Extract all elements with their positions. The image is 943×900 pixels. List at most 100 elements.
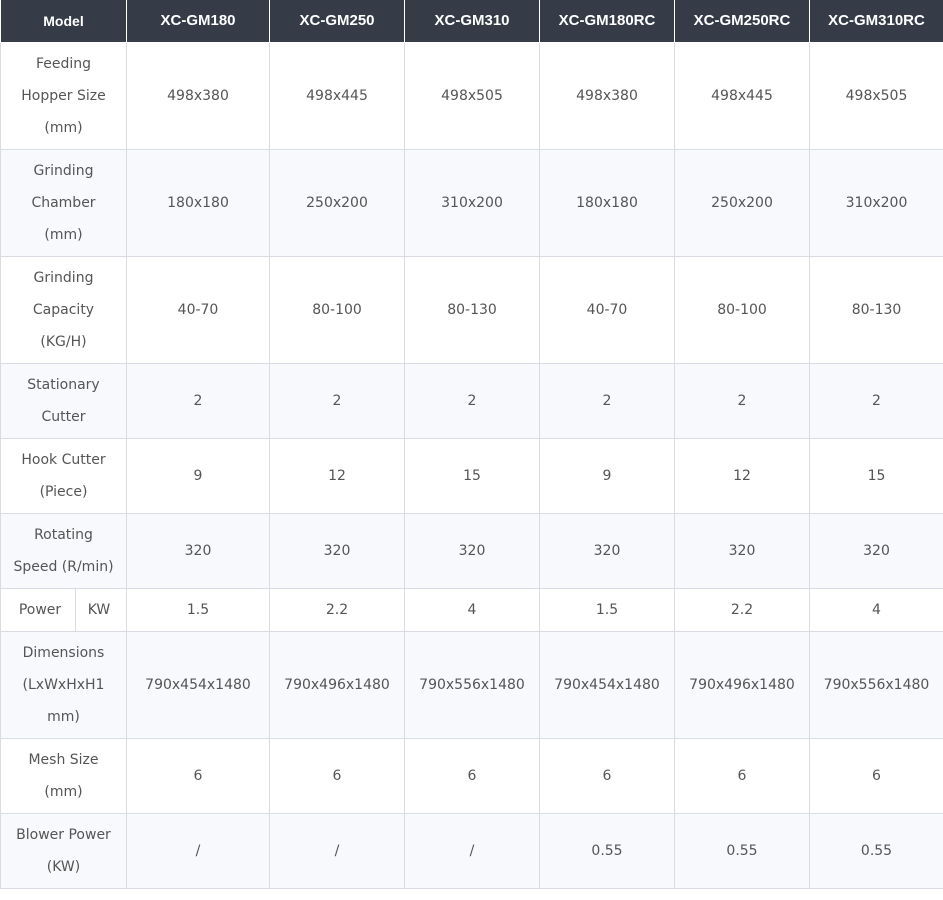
label-line: mm): [47, 709, 80, 725]
label-line: (mm): [44, 227, 83, 243]
label-line: Chamber: [31, 195, 96, 211]
table-cell: 2.2: [269, 588, 405, 632]
label-line: (KW): [46, 859, 81, 875]
table-cell: 250x200: [674, 149, 810, 257]
header-row: Model XC-GM180 XC-GM250 XC-GM310 XC-GM18…: [0, 0, 943, 43]
table-cell: 2: [539, 363, 675, 439]
table-cell: 790x454x1480: [539, 631, 675, 739]
table-row: Dimensions (LxWxHxH1 mm) 790x454x1480 79…: [0, 631, 943, 739]
label-line: Dimensions: [22, 645, 105, 661]
table-cell: 320: [674, 513, 810, 589]
table-cell: 498x380: [126, 42, 270, 150]
table-cell: 0.55: [674, 813, 810, 889]
table-row: Rotating Speed (R/min) 320 320 320 320 3…: [0, 513, 943, 589]
table-cell: 80-100: [269, 256, 405, 364]
table-cell: 1.5: [126, 588, 270, 632]
label-line: Grinding: [33, 270, 94, 286]
table-cell: 6: [809, 738, 943, 814]
label-line: Feeding: [35, 56, 92, 72]
label-line: Hook Cutter: [21, 452, 106, 468]
table-cell: 320: [539, 513, 675, 589]
header-model-4: XC-GM180RC: [539, 0, 675, 43]
table-cell: 320: [404, 513, 540, 589]
label-line: (mm): [44, 784, 83, 800]
table-cell: 15: [809, 438, 943, 514]
label-line: (LxWxHxH1: [22, 677, 105, 693]
table-row: Power KW 1.5 2.2 4 1.5 2.2 4: [0, 588, 943, 632]
spec-table: Model XC-GM180 XC-GM250 XC-GM310 XC-GM18…: [0, 0, 943, 889]
label-line: (KG/H): [40, 334, 87, 350]
table-cell: 2: [674, 363, 810, 439]
table-cell: 40-70: [126, 256, 270, 364]
row-label: Rotating Speed (R/min): [0, 513, 127, 589]
table-row: Grinding Chamber (mm) 180x180 250x200 31…: [0, 149, 943, 257]
table-cell: 790x556x1480: [809, 631, 943, 739]
table-cell: 498x445: [269, 42, 405, 150]
row-label: Hook Cutter (Piece): [0, 438, 127, 514]
label-line: Power: [5, 589, 76, 631]
table-row: Mesh Size (mm) 6 6 6 6 6 6: [0, 738, 943, 814]
label-line: Cutter: [41, 409, 86, 425]
table-cell: 180x180: [539, 149, 675, 257]
table-cell: /: [269, 813, 405, 889]
label-line: Speed (R/min): [13, 559, 114, 575]
table-cell: 250x200: [269, 149, 405, 257]
table-cell: 6: [539, 738, 675, 814]
table-cell: 4: [404, 588, 540, 632]
power-label-group: Power KW: [5, 589, 122, 631]
label-line: Rotating: [34, 527, 93, 543]
table-cell: 790x496x1480: [269, 631, 405, 739]
row-label: Power KW: [0, 588, 127, 632]
table-cell: 6: [404, 738, 540, 814]
table-cell: 2: [404, 363, 540, 439]
table-cell: 320: [126, 513, 270, 589]
row-label: Feeding Hopper Size (mm): [0, 42, 127, 150]
row-label: Stationary Cutter: [0, 363, 127, 439]
label-line: (Piece): [39, 484, 88, 500]
table-cell: 80-130: [404, 256, 540, 364]
label-line: Capacity: [32, 302, 95, 318]
table-row: Hook Cutter (Piece) 9 12 15 9 12 15: [0, 438, 943, 514]
table-cell: 2.2: [674, 588, 810, 632]
table-cell: 6: [126, 738, 270, 814]
table-cell: 0.55: [809, 813, 943, 889]
table-cell: 320: [269, 513, 405, 589]
header-model-5: XC-GM250RC: [674, 0, 810, 43]
header-model-6: XC-GM310RC: [809, 0, 943, 43]
table-row: Grinding Capacity (KG/H) 40-70 80-100 80…: [0, 256, 943, 364]
table-cell: 498x505: [404, 42, 540, 150]
header-model-3: XC-GM310: [404, 0, 540, 43]
table-row: Stationary Cutter 2 2 2 2 2 2: [0, 363, 943, 439]
label-line: Mesh Size: [28, 752, 99, 768]
table-cell: 310x200: [809, 149, 943, 257]
table-cell: 12: [674, 438, 810, 514]
table-cell: 2: [269, 363, 405, 439]
table-cell: 9: [539, 438, 675, 514]
header-model-2: XC-GM250: [269, 0, 405, 43]
table-cell: 80-130: [809, 256, 943, 364]
header-model: Model: [0, 0, 127, 43]
row-label: Blower Power (KW): [0, 813, 127, 889]
table-cell: 790x454x1480: [126, 631, 270, 739]
table-cell: /: [126, 813, 270, 889]
table-cell: 498x505: [809, 42, 943, 150]
table-cell: 320: [809, 513, 943, 589]
table-cell: 40-70: [539, 256, 675, 364]
table-cell: /: [404, 813, 540, 889]
label-line: Hopper Size: [21, 88, 106, 104]
table-cell: 0.55: [539, 813, 675, 889]
table-cell: 80-100: [674, 256, 810, 364]
table-cell: 4: [809, 588, 943, 632]
header-model-1: XC-GM180: [126, 0, 270, 43]
table-cell: 498x380: [539, 42, 675, 150]
label-line: (mm): [44, 120, 83, 136]
table-row: Blower Power (KW) / / / 0.55 0.55 0.55: [0, 813, 943, 889]
table-cell: 2: [809, 363, 943, 439]
label-line: Stationary: [27, 377, 100, 393]
label-line: Blower Power: [16, 827, 111, 843]
table-cell: 310x200: [404, 149, 540, 257]
row-label: Dimensions (LxWxHxH1 mm): [0, 631, 127, 739]
table-cell: 9: [126, 438, 270, 514]
table-cell: 15: [404, 438, 540, 514]
table-cell: 1.5: [539, 588, 675, 632]
